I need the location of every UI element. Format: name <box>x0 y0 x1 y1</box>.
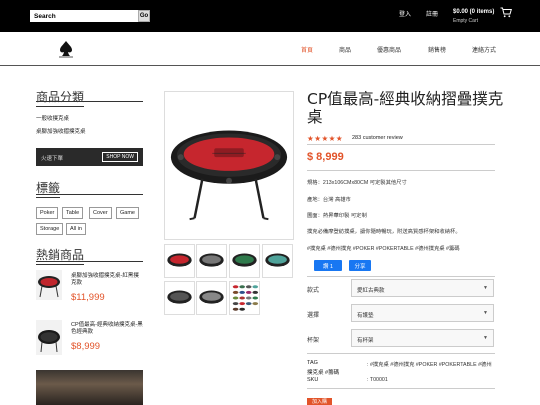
search-form: Go <box>30 10 150 22</box>
option-style-label: 款式 <box>307 288 320 294</box>
search-button[interactable]: Go <box>138 10 150 22</box>
nav-bestsellers[interactable]: 銷售榜 <box>428 45 446 54</box>
option-cupholder-value: 有杯架 <box>357 338 374 344</box>
hot-product-name[interactable]: 桌腳加強收摺撲克桌-紅黑撲克款 <box>71 273 143 287</box>
product-thumbnail-swatches[interactable] <box>229 281 260 315</box>
room-photo <box>36 370 143 405</box>
option-pad-label: 選擇 <box>307 313 320 319</box>
product-hashtags: #撲克桌 #德州撲克 #POKER #POKERTABLE #德州撲克桌 #籌碼 <box>307 246 460 252</box>
tag-value-continued: 撲克桌 #籌碼 <box>307 370 340 376</box>
product-thumbnail[interactable] <box>164 244 195 278</box>
nav-home[interactable]: 首頁 <box>301 45 313 54</box>
divider <box>307 388 495 389</box>
hot-product-image[interactable] <box>36 320 62 355</box>
option-pad-value: 有護墊 <box>357 313 374 319</box>
product-thumbnail[interactable] <box>262 244 293 278</box>
nav-products[interactable]: 商品 <box>339 45 351 54</box>
logo[interactable] <box>56 39 76 59</box>
hot-product-price: $8,999 <box>71 341 101 352</box>
cart-status: Empty Cart <box>453 18 479 24</box>
promo-banner[interactable]: 火速下單 SHOP NOW <box>36 148 143 166</box>
option-style-select[interactable]: 愛紅古典款 ▼ <box>351 279 494 297</box>
spec-description: 撲克必備摩登紡撲桌，讓你隨時暢玩，附送高質感杯架和收納杯。 <box>307 229 461 235</box>
hot-product-image[interactable] <box>36 270 62 300</box>
chevron-down-icon: ▼ <box>483 285 488 291</box>
option-cupholder-select[interactable]: 有杯架 ▼ <box>351 329 494 347</box>
search-input[interactable] <box>30 10 138 22</box>
hot-product-name[interactable]: CP值最高-經典收納撲克桌-黑色經典款 <box>71 322 143 336</box>
promo-text: 火速下單 <box>41 156 64 162</box>
divider <box>36 261 143 262</box>
tag-all-in[interactable]: All in <box>66 223 86 235</box>
login-link[interactable]: 登入 <box>399 9 411 18</box>
product-thumbnail[interactable] <box>196 281 227 315</box>
category-link[interactable]: 桌腳加強收摺撲克桌 <box>36 127 86 135</box>
product-title: CP值最高-經典收納摺疊撲克桌 <box>307 90 504 126</box>
cart-icon[interactable] <box>500 7 512 18</box>
divider <box>36 194 143 195</box>
chevron-down-icon: ▼ <box>483 335 488 341</box>
cart-amount: $0.00 (0 items) <box>453 9 495 15</box>
tag-poker[interactable]: Poker <box>36 207 59 219</box>
spec-print: 圖面：熱昇華印製 可定制 <box>307 213 367 219</box>
review-count[interactable]: 283 customer review <box>352 135 403 141</box>
cart-summary[interactable]: $0.00 (0 items) Empty Cart <box>453 9 494 24</box>
facebook-share-button[interactable]: 分享 <box>349 260 371 271</box>
tag-cover[interactable]: Cover <box>89 207 112 219</box>
categories-heading: 商品分類 <box>36 88 85 107</box>
category-link[interactable]: 一般收撲克桌 <box>36 114 69 122</box>
divider <box>307 144 495 145</box>
option-cupholder-label: 杯架 <box>307 338 320 344</box>
add-to-cart-button[interactable]: 加入購 <box>307 398 332 405</box>
sku-label: SKU <box>307 377 319 383</box>
spec-origin: 產地：台灣 高雄市 <box>307 197 351 203</box>
spec-size: 規格：213x106CMx80CM 可定製其他尺寸 <box>307 180 407 186</box>
nav-sale[interactable]: 優惠商品 <box>377 45 401 54</box>
tag-game[interactable]: Game <box>116 207 139 219</box>
rating-stars-icon: ★★★★★ <box>307 134 344 143</box>
divider <box>307 170 495 171</box>
top-bar: Go 登入 註冊 $0.00 (0 items) Empty Cart <box>0 0 540 32</box>
tag-label: TAG <box>307 360 318 366</box>
shop-now-button[interactable]: SHOP NOW <box>102 152 138 162</box>
divider <box>307 276 495 277</box>
divider <box>307 353 495 354</box>
facebook-like-button[interactable]: 讚 1 <box>314 260 342 271</box>
main-nav: 首頁 商品 優惠商品 銷售榜 連絡方式 <box>0 32 540 66</box>
tag-storage[interactable]: Storage <box>36 223 64 235</box>
nav-contact[interactable]: 連絡方式 <box>472 45 496 54</box>
tag-table[interactable]: Table <box>62 207 84 219</box>
product-thumbnail[interactable] <box>196 244 227 278</box>
product-thumbnail[interactable] <box>229 244 260 278</box>
hot-product-price: $11,999 <box>71 292 105 303</box>
chevron-down-icon: ▼ <box>483 310 488 316</box>
option-style-value: 愛紅古典款 <box>357 288 385 294</box>
tags-heading: 標籤 <box>36 179 61 198</box>
product-thumbnail[interactable] <box>164 281 195 315</box>
sku-value: : T00001 <box>367 377 388 383</box>
product-main-image[interactable] <box>164 91 294 240</box>
hot-products-heading: 熱銷商品 <box>36 246 85 265</box>
tag-value: : #撲克桌 #德州撲克 #POKER #POKERTABLE #德州 <box>367 362 492 368</box>
option-pad-select[interactable]: 有護墊 ▼ <box>351 304 494 322</box>
divider <box>36 101 143 102</box>
register-link[interactable]: 註冊 <box>426 9 438 18</box>
product-price: $ 8,999 <box>307 151 344 163</box>
